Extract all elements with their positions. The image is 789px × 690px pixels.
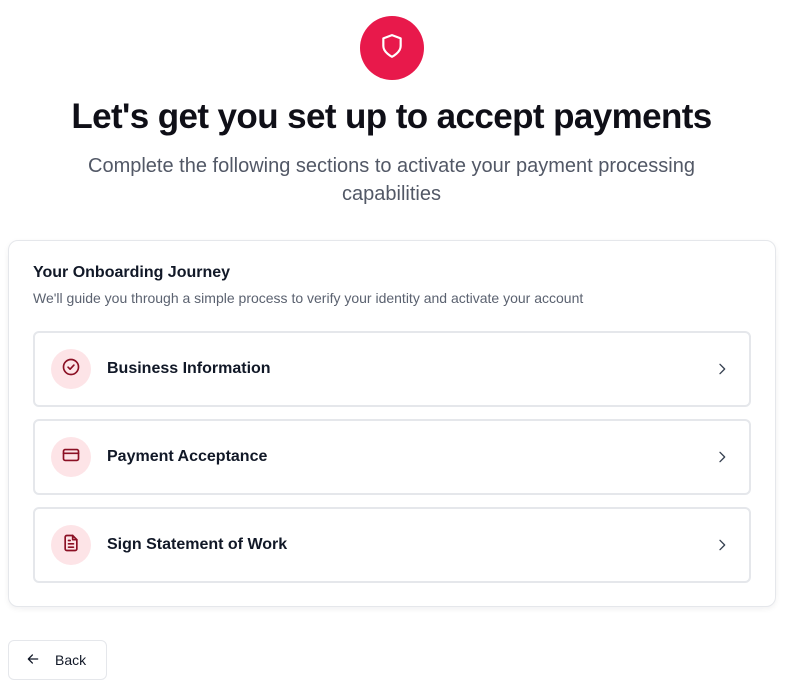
chevron-right-icon [713, 448, 731, 466]
onboarding-page: Let's get you set up to accept payments … [0, 0, 789, 690]
shield-badge [360, 16, 424, 80]
chevron-right-icon [713, 360, 731, 378]
step-business-information[interactable]: Business Information [33, 331, 751, 407]
step-label: Sign Statement of Work [107, 536, 288, 553]
credit-card-icon [61, 445, 81, 470]
step-label: Business Information [107, 360, 271, 377]
journey-description: We'll guide you through a simple process… [33, 290, 584, 306]
step-icon-wrapper [51, 525, 91, 565]
onboarding-journey-card: Your Onboarding Journey We'll guide you … [8, 240, 776, 607]
step-payment-acceptance[interactable]: Payment Acceptance [33, 419, 751, 495]
chevron-right-icon [713, 536, 731, 554]
step-icon-wrapper [51, 437, 91, 477]
back-label: Back [55, 652, 87, 668]
page-subtitle: Complete the following sections to activ… [88, 155, 695, 205]
step-label: Payment Acceptance [107, 448, 268, 465]
step-sign-statement-of-work[interactable]: Sign Statement of Work [33, 507, 751, 583]
document-icon [61, 533, 81, 558]
back-button[interactable]: Back [8, 640, 107, 680]
step-icon-wrapper [51, 349, 91, 389]
page-title: Let's get you set up to accept payments [71, 97, 712, 136]
check-circle-icon [61, 357, 81, 382]
arrow-left-icon [26, 652, 40, 669]
shield-icon [379, 33, 405, 64]
journey-title: Your Onboarding Journey [33, 264, 231, 281]
